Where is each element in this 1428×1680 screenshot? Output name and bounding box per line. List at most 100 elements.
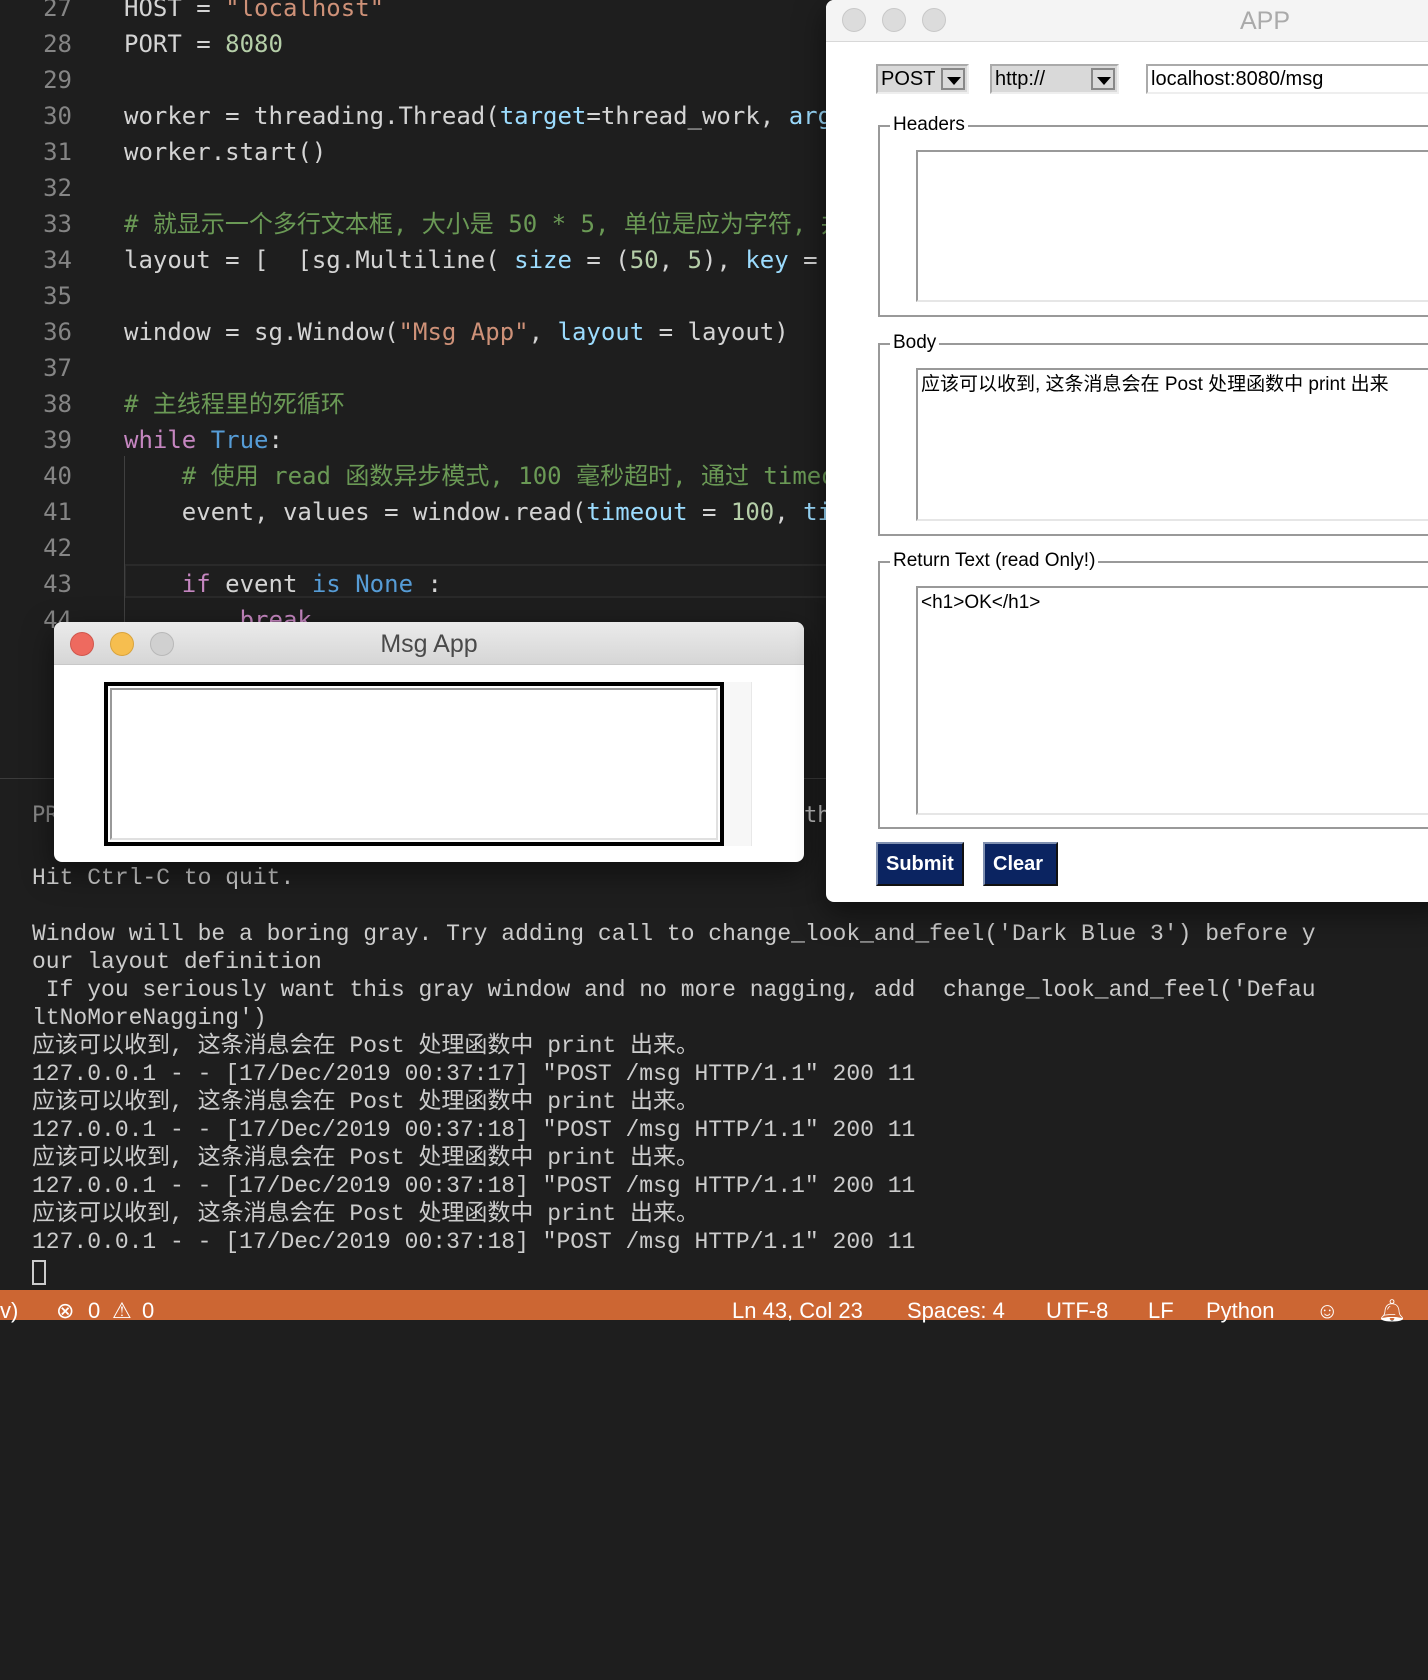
line-number: 39	[43, 426, 72, 454]
chevron-down-icon[interactable]	[1091, 68, 1115, 90]
code-token: 5	[687, 246, 702, 274]
line-number: 40	[43, 462, 72, 490]
scrollbar[interactable]	[724, 682, 752, 846]
close-button[interactable]	[842, 8, 866, 32]
line-number: 38	[43, 390, 72, 418]
encoding[interactable]: UTF-8	[1046, 1296, 1108, 1326]
indentation[interactable]: Spaces: 4	[907, 1296, 1005, 1326]
warning-count[interactable]: 0	[142, 1296, 154, 1326]
code-token: layout = [ [sg.Multiline(	[124, 246, 515, 274]
terminal-line: 应该可以收到, 这条消息会在 Post 处理函数中 print 出来。	[32, 1089, 700, 1115]
code-token: ,	[774, 498, 804, 526]
return-label: Return Text (read Only!)	[890, 550, 1099, 572]
clear-button[interactable]: Clear	[983, 842, 1058, 886]
terminal-line: 127.0.0.1 - - [17/Dec/2019 00:37:17] "PO…	[32, 1061, 916, 1087]
line-number: 33	[43, 210, 72, 238]
code-token: ,	[528, 318, 558, 346]
code-token: # 就显示一个多行文本框, 大小是 50 * 5, 单位是应为字符, 并	[124, 210, 845, 238]
code-token: :	[268, 426, 283, 454]
line-number: 27	[43, 0, 72, 22]
terminal-line: 127.0.0.1 - - [17/Dec/2019 00:37:18] "PO…	[32, 1117, 916, 1143]
body-label: Body	[890, 332, 940, 354]
headers-label: Headers	[890, 114, 968, 136]
code-token: event, values = window.read(	[124, 498, 587, 526]
warning-icon[interactable]: ⚠	[112, 1296, 132, 1326]
code-token: ),	[702, 246, 746, 274]
line-number: 41	[43, 498, 72, 526]
scheme-select[interactable]: http://	[990, 64, 1119, 94]
code-token: # 主线程里的死循环	[124, 390, 345, 418]
multiline-input[interactable]	[104, 682, 724, 846]
line-number: 31	[43, 138, 72, 166]
code-line[interactable]: window = sg.Window("Msg App", layout = l…	[124, 314, 789, 350]
code-line[interactable]: while True:	[124, 422, 283, 458]
indent-guide	[124, 456, 125, 626]
language-mode[interactable]: Python	[1206, 1296, 1275, 1326]
terminal-line: 127.0.0.1 - - [17/Dec/2019 00:37:18] "PO…	[32, 1173, 916, 1199]
code-token: "Msg App"	[398, 318, 529, 346]
url-input[interactable]: localhost:8080/msg	[1146, 64, 1428, 94]
line-number: 37	[43, 354, 72, 382]
code-line[interactable]: # 主线程里的死循环	[124, 386, 345, 422]
code-token: "localhost"	[225, 0, 385, 22]
code-token: = layout)	[644, 318, 789, 346]
line-number: 43	[43, 570, 72, 598]
line-number: 42	[43, 534, 72, 562]
window-title: APP	[1240, 7, 1291, 35]
terminal-cursor	[32, 1260, 46, 1285]
code-token: window = sg.Window(	[124, 318, 399, 346]
code-token: while	[124, 426, 197, 454]
terminal-line: If you seriously want this gray window a…	[32, 977, 1316, 1003]
chevron-down-icon[interactable]	[941, 68, 965, 90]
error-count[interactable]: 0	[88, 1296, 100, 1326]
body-textarea[interactable]: 应该可以收到, 这条消息会在 Post 处理函数中 print 出来	[916, 368, 1428, 521]
feedback-smiley-icon[interactable]: ☺	[1316, 1296, 1338, 1326]
line-number: 34	[43, 246, 72, 274]
code-token: =	[788, 246, 818, 274]
title-bar[interactable]	[826, 0, 1428, 42]
line-ending[interactable]: LF	[1148, 1296, 1174, 1326]
terminal-line: Window will be a boring gray. Try adding…	[32, 921, 1316, 947]
code-line[interactable]: HOST = "localhost"	[124, 0, 384, 26]
current-line-highlight	[124, 564, 834, 598]
code-line[interactable]: worker = threading.Thread(target=thread_…	[124, 98, 832, 134]
cursor-position[interactable]: Ln 43, Col 23	[732, 1296, 863, 1326]
code-line[interactable]: # 就显示一个多行文本框, 大小是 50 * 5, 单位是应为字符, 并	[124, 206, 845, 242]
code-token: =	[687, 498, 731, 526]
submit-button[interactable]: Submit	[876, 842, 964, 886]
code-line[interactable]: PORT = 8080	[124, 26, 283, 62]
code-token: size	[514, 246, 572, 274]
python-env[interactable]: v)	[0, 1296, 18, 1326]
code-token: timeout	[586, 498, 688, 526]
app-window: APP POST http:// localhost:8080/msg Head…	[826, 0, 1428, 902]
code-line[interactable]: layout = [ [sg.Multiline( size = (50, 5)…	[124, 242, 818, 278]
code-line[interactable]: # 使用 read 函数异步模式, 100 毫秒超时, 通过 timeo	[124, 458, 836, 494]
line-number: 30	[43, 102, 72, 130]
error-icon[interactable]: ⊗	[56, 1296, 74, 1326]
code-token: True	[210, 426, 269, 454]
terminal-line: 应该可以收到, 这条消息会在 Post 处理函数中 print 出来。	[32, 1033, 700, 1059]
line-number: 29	[43, 66, 72, 94]
code-token: 100	[730, 498, 775, 526]
code-token: worker = threading.Thread(	[124, 102, 500, 130]
return-textarea[interactable]: <h1>OK</h1>	[916, 586, 1428, 815]
code-token: layout	[557, 318, 645, 346]
minimize-button[interactable]	[882, 8, 906, 32]
msg-app-window: Msg App	[54, 622, 804, 862]
bell-icon[interactable]: 🔔︎	[1378, 1296, 1406, 1326]
scheme-value: http://	[995, 68, 1046, 90]
zoom-button[interactable]	[922, 8, 946, 32]
terminal-line: Hit Ctrl-C to quit.	[32, 865, 295, 891]
headers-textarea[interactable]	[916, 150, 1428, 302]
code-token: = (	[571, 246, 630, 274]
method-select[interactable]: POST	[876, 64, 969, 94]
terminal-line: ltNoMoreNagging')	[32, 1005, 267, 1031]
method-value: POST	[881, 68, 936, 90]
code-line[interactable]: worker.start()	[124, 134, 326, 170]
code-token: ,	[658, 246, 688, 274]
code-token: 50	[629, 246, 659, 274]
code-line[interactable]: event, values = window.read(timeout = 10…	[124, 494, 832, 530]
window-title: Msg App	[380, 630, 478, 658]
line-number: 36	[43, 318, 72, 346]
